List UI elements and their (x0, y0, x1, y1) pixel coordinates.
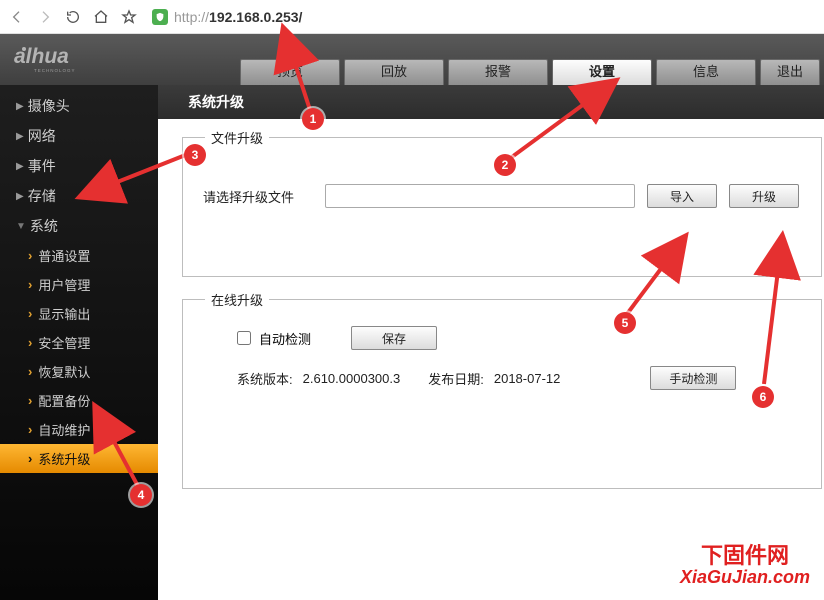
sidebar-group-label: 系统 (30, 216, 58, 236)
main-content: 文件升级 请选择升级文件 导入 升级 在线升级 自动检测 保存 系统版本: 2.… (158, 119, 824, 600)
manual-detect-button[interactable]: 手动检测 (650, 366, 736, 390)
sidebar-item-security[interactable]: 安全管理 (0, 328, 158, 357)
page-ribbon: 系统升级 (158, 85, 824, 119)
sidebar-group-storage[interactable]: ▶ 存储 (0, 181, 158, 211)
upgrade-button[interactable]: 升级 (729, 184, 799, 208)
auto-detect-checkbox-row[interactable]: 自动检测 (237, 329, 311, 348)
panel-legend: 在线升级 (205, 290, 269, 309)
save-button[interactable]: 保存 (351, 326, 437, 350)
online-upgrade-panel: 在线升级 自动检测 保存 系统版本: 2.610.0000300.3 发布日期:… (182, 299, 822, 489)
sidebar-item-maintain[interactable]: 自动维护 (0, 415, 158, 444)
sidebar-group-label: 存储 (28, 186, 56, 206)
chevron-right-icon: ▶ (16, 131, 24, 142)
version-info-row: 系统版本: 2.610.0000300.3 发布日期: 2018-07-12 手… (203, 366, 801, 390)
auto-detect-checkbox[interactable] (237, 331, 251, 345)
import-button[interactable]: 导入 (647, 184, 717, 208)
sidebar-item-backup[interactable]: 配置备份 (0, 386, 158, 415)
version-value: 2.610.0000300.3 (303, 371, 401, 386)
sidebar-item-default[interactable]: 恢复默认 (0, 357, 158, 386)
sidebar-group-label: 网络 (28, 126, 56, 146)
file-select-label: 请选择升级文件 (203, 187, 313, 206)
sidebar-item-display[interactable]: 显示输出 (0, 299, 158, 328)
sidebar-group-system[interactable]: ▼ 系统 (0, 211, 158, 241)
panel-legend: 文件升级 (205, 128, 269, 147)
file-row: 请选择升级文件 导入 升级 (203, 184, 801, 208)
browser-toolbar: http://192.168.0.253/ (0, 0, 824, 34)
file-path-input[interactable] (325, 184, 635, 208)
sidebar-group-label: 事件 (28, 156, 56, 176)
sidebar-group-label: 摄像头 (28, 96, 70, 116)
reload-icon[interactable] (64, 8, 82, 26)
tab-settings[interactable]: 设置 (552, 59, 652, 85)
sidebar-group-network[interactable]: ▶ 网络 (0, 121, 158, 151)
chevron-down-icon: ▼ (16, 221, 26, 232)
sidebar-item-user[interactable]: 用户管理 (0, 270, 158, 299)
tab-alarm[interactable]: 报警 (448, 59, 548, 85)
back-icon[interactable] (8, 8, 26, 26)
chevron-right-icon: ▶ (16, 191, 24, 202)
sidebar-group-event[interactable]: ▶ 事件 (0, 151, 158, 181)
forward-icon[interactable] (36, 8, 54, 26)
url-text: http://192.168.0.253/ (174, 9, 302, 25)
address-bar[interactable]: http://192.168.0.253/ (148, 7, 816, 27)
chevron-right-icon: ▶ (16, 101, 24, 112)
sidebar-group-camera[interactable]: ▶ 摄像头 (0, 91, 158, 121)
version-label: 系统版本: (237, 369, 293, 388)
chevron-right-icon: ▶ (16, 161, 24, 172)
brand-logo: alhua TECHNOLOGY (0, 34, 198, 85)
tab-playback[interactable]: 回放 (344, 59, 444, 85)
auto-detect-label: 自动检测 (259, 329, 311, 348)
security-shield-icon (152, 9, 168, 25)
sidebar-sublist-system: 普通设置 用户管理 显示输出 安全管理 恢复默认 配置备份 自动维护 系统升级 (0, 241, 158, 473)
home-icon[interactable] (92, 8, 110, 26)
tab-logout[interactable]: 退出 (760, 59, 820, 85)
app-header: alhua TECHNOLOGY 预览 回放 报警 设置 信息 退出 (0, 34, 824, 85)
tab-info[interactable]: 信息 (656, 59, 756, 85)
sidebar: ▶ 摄像头 ▶ 网络 ▶ 事件 ▶ 存储 ▼ 系统 普通设置 用户管理 显示输出 安全管理… (0, 85, 158, 600)
release-label: 发布日期: (428, 369, 484, 388)
sidebar-item-general[interactable]: 普通设置 (0, 241, 158, 270)
file-upgrade-panel: 文件升级 请选择升级文件 导入 升级 (182, 137, 822, 277)
top-nav: 预览 回放 报警 设置 信息 退出 (240, 59, 824, 85)
svg-text:TECHNOLOGY: TECHNOLOGY (34, 68, 76, 73)
page-title: 系统升级 (188, 92, 244, 112)
star-icon[interactable] (120, 8, 138, 26)
tab-preview[interactable]: 预览 (240, 59, 340, 85)
release-value: 2018-07-12 (494, 371, 561, 386)
sidebar-item-upgrade[interactable]: 系统升级 (0, 444, 158, 473)
